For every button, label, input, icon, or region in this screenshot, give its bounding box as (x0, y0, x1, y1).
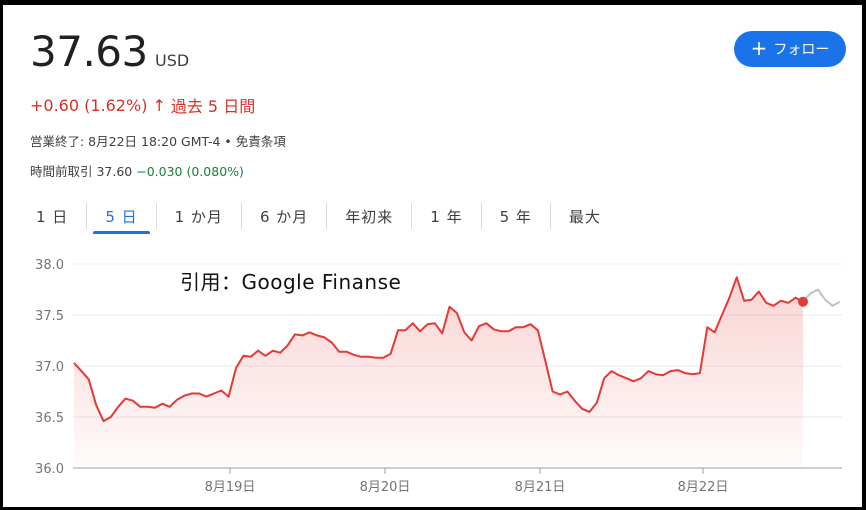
y-tick-label: 37.0 (35, 360, 64, 375)
change-period: 過去 5 日間 (170, 97, 256, 116)
tab-max[interactable]: 最大 (555, 203, 615, 229)
x-tick-label: 8月21日 (515, 480, 566, 495)
tab-divider (411, 203, 413, 229)
after-hours-line (802, 288, 841, 307)
tab-5y[interactable]: 5 年 (486, 203, 546, 229)
x-tick-label: 8月20日 (360, 480, 411, 495)
range-tabs: 1 日 5 日 1 か月 6 か月 年初来 1 年 5 年 最大 (22, 203, 615, 235)
tab-1y[interactable]: 1 年 (416, 203, 476, 229)
x-tick-label: 8月19日 (205, 480, 256, 495)
price-chart[interactable]: 36.0 36.5 37.0 37.5 38.0 8月19日 8月20日 8月21日 8月22日 (0, 248, 866, 510)
price-area-fill (74, 277, 803, 468)
currency-label: USD (155, 51, 190, 70)
follow-button-label: フォロー (773, 42, 830, 58)
premarket-quote: 時間前取引 37.60 −0.030 (0.080%) (30, 161, 244, 180)
price-change: +0.60 (1.62%) ↑ 過去 5 日間 (30, 93, 255, 117)
x-tick-label: 8月22日 (678, 480, 729, 495)
premarket-label: 時間前取引 37.60 (30, 164, 133, 179)
tab-5d[interactable]: 5 日 (91, 203, 151, 234)
y-tick-label: 36.0 (35, 462, 64, 477)
change-value: +0.60 (1.62%) (30, 95, 148, 115)
tab-ytd[interactable]: 年初来 (331, 203, 407, 229)
tab-divider (155, 203, 157, 229)
market-status: 営業終了: 8月22日 18:20 GMT-4 • 免責条項 (30, 134, 286, 149)
tab-divider (326, 203, 328, 229)
tab-divider (86, 203, 88, 229)
tab-divider (549, 203, 551, 229)
tab-divider (240, 203, 242, 229)
y-tick-label: 36.5 (35, 411, 64, 426)
y-tick-label: 37.5 (35, 309, 64, 324)
last-price-dot (798, 296, 808, 307)
follow-button[interactable]: + フォロー (734, 31, 846, 67)
y-tick-label: 38.0 (35, 258, 64, 273)
watermark-text: 引用：Google Finanse (180, 270, 402, 294)
tab-1d[interactable]: 1 日 (22, 203, 82, 229)
tab-1m[interactable]: 1 か月 (161, 203, 237, 229)
plus-icon: + (750, 36, 768, 60)
tab-6m[interactable]: 6 か月 (246, 203, 322, 229)
stock-price: 37.63 (30, 27, 148, 76)
tab-divider (480, 203, 482, 229)
arrow-up-icon: ↑ (152, 95, 166, 115)
premarket-change: −0.030 (0.080%) (136, 164, 244, 179)
